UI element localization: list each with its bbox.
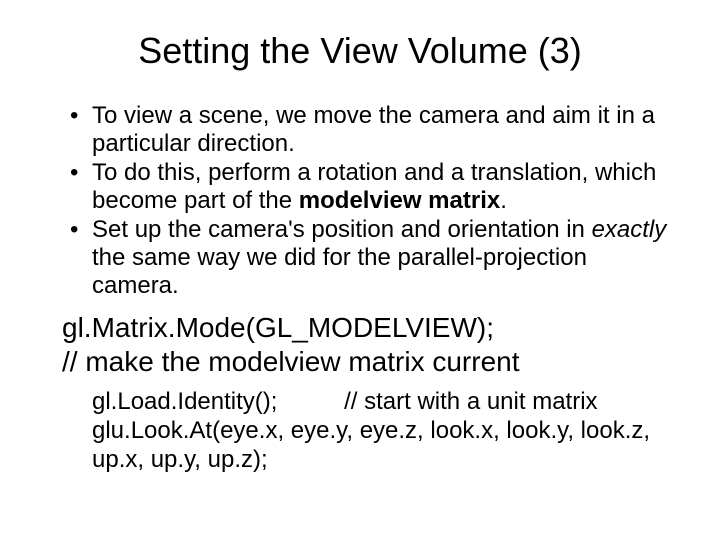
- code-comment: // make the modelview matrix current: [62, 345, 680, 379]
- slide-title: Setting the View Volume (3): [40, 30, 680, 72]
- bullet-item-3: Set up the camera's position and orienta…: [70, 216, 680, 299]
- bullet-text-part2: .: [500, 187, 507, 214]
- code-comment: // start with a unit matrix: [344, 388, 597, 415]
- slide: Setting the View Volume (3) To view a sc…: [0, 0, 720, 540]
- bullet-text-part2: the same way we did for the parallel-pro…: [92, 244, 587, 299]
- code-call: gl.Load.Identity();: [92, 388, 277, 415]
- bullet-item-1: To view a scene, we move the camera and …: [70, 102, 680, 157]
- bullet-list: To view a scene, we move the camera and …: [40, 102, 680, 299]
- code-block-2: gl.Load.Identity(); // start with a unit…: [92, 388, 680, 474]
- code-block-1: gl.Matrix.Mode(GL_MODELVIEW); // make th…: [62, 311, 680, 378]
- bullet-text-italic: exactly: [592, 216, 667, 243]
- bullet-text-bold: modelview matrix: [299, 187, 500, 214]
- bullet-text-part1: Set up the camera's position and orienta…: [92, 216, 592, 243]
- bullet-text: To view a scene, we move the camera and …: [92, 102, 655, 157]
- code-line: gl.Load.Identity(); // start with a unit…: [92, 388, 680, 417]
- bullet-item-2: To do this, perform a rotation and a tra…: [70, 159, 680, 214]
- code-line: glu.Look.At(eye.x, eye.y, eye.z, look.x,…: [92, 417, 680, 475]
- code-line: gl.Matrix.Mode(GL_MODELVIEW);: [62, 311, 680, 345]
